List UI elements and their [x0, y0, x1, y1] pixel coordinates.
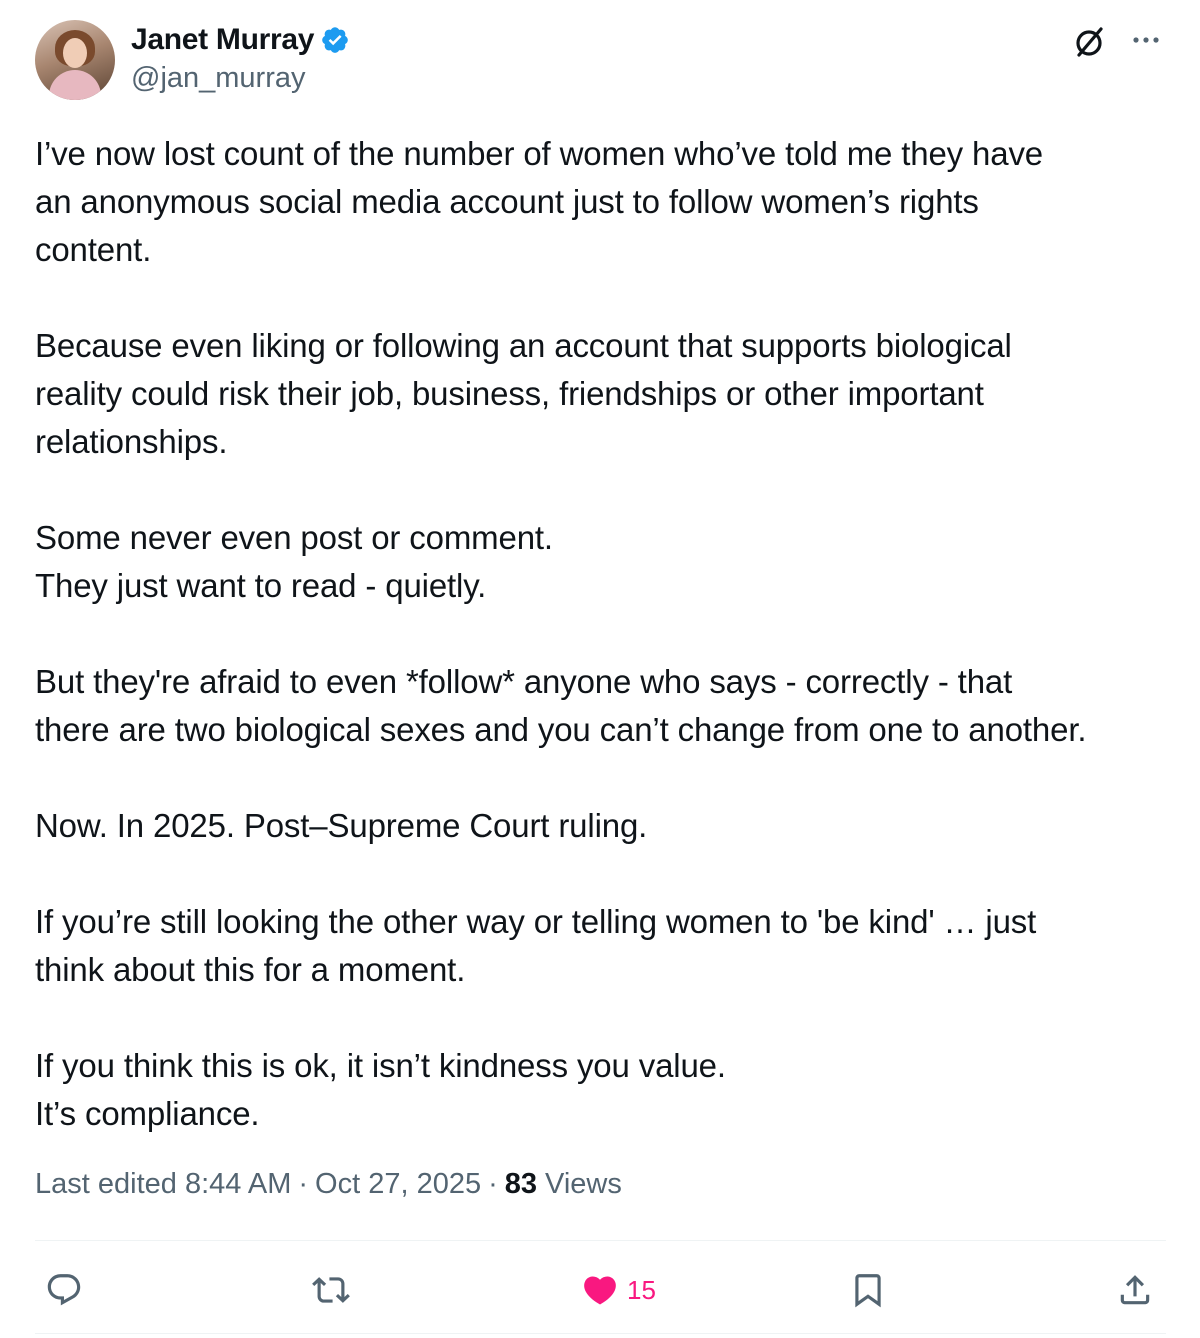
share-button[interactable] [1116, 1266, 1154, 1314]
tweet-meta: Last edited 8:44 AM · Oct 27, 2025 · 83 … [35, 1168, 622, 1201]
paragraph: I’ve now lost count of the number of wom… [35, 130, 1175, 274]
bookmark-button[interactable] [849, 1266, 887, 1314]
paragraph: Some never even post or comment. They ju… [35, 514, 1175, 610]
reply-button[interactable] [45, 1266, 83, 1314]
author-handle[interactable]: @jan_murray [131, 62, 306, 95]
like-button[interactable]: 15 [581, 1266, 656, 1314]
heart-icon [584, 1276, 616, 1305]
text-line: Some never even post or comment. [35, 519, 553, 556]
text-line: reality could risk their job, business, … [35, 375, 984, 412]
tweet-date[interactable]: Oct 27, 2025 [315, 1168, 481, 1201]
paragraph: If you think this is ok, it isn’t kindne… [35, 1042, 1175, 1138]
avatar-face [63, 38, 87, 68]
text-line: Now. In 2025. Post–Supreme Court ruling. [35, 807, 648, 844]
text-line: It’s compliance. [35, 1095, 260, 1132]
avatar-shirt [49, 70, 101, 100]
paragraph: If you’re still looking the other way or… [35, 898, 1175, 994]
retweet-button[interactable] [312, 1266, 350, 1314]
text-line: an anonymous social media account just t… [35, 183, 979, 220]
text-line: Because even liking or following an acco… [35, 327, 1012, 364]
author-display-name[interactable]: Janet Murray [131, 23, 314, 57]
like-count: 15 [627, 1274, 656, 1305]
separator: · [298, 1168, 309, 1200]
retweet-icon [312, 1277, 350, 1303]
share-icon [1120, 1275, 1150, 1305]
text-line: I’ve now lost count of the number of wom… [35, 135, 1044, 172]
paragraph: But they're afraid to even *follow* anyo… [35, 658, 1175, 754]
grok-icon[interactable] [1070, 22, 1110, 62]
text-line: They just want to read - quietly. [35, 567, 487, 604]
divider [35, 1240, 1166, 1241]
views-count: 83 [504, 1168, 538, 1200]
divider [35, 1333, 1166, 1334]
text-line: If you’re still looking the other way or… [35, 903, 1037, 940]
more-options-icon[interactable] [1126, 20, 1166, 60]
tweet-text: I’ve now lost count of the number of wom… [35, 130, 1175, 1138]
reply-icon [47, 1274, 81, 1306]
text-line: But they're afraid to even *follow* anyo… [35, 663, 1013, 700]
text-line: If you think this is ok, it isn’t kindne… [35, 1047, 726, 1084]
author-name-row: Janet Murray [131, 22, 350, 58]
tweet-time[interactable]: 8:44 AM [185, 1168, 291, 1201]
tweet: Janet Murray @jan_murray I’ve now lost c… [0, 0, 1200, 1338]
text-line: content. [35, 231, 152, 268]
bookmark-icon [855, 1274, 881, 1308]
avatar[interactable] [35, 20, 115, 100]
separator: · [488, 1168, 498, 1200]
text-line: think about this for a moment. [35, 951, 466, 988]
paragraph: Because even liking or following an acco… [35, 322, 1175, 466]
edited-label[interactable]: Last edited [35, 1168, 177, 1201]
text-line: relationships. [35, 423, 228, 460]
views-label: Views [545, 1168, 622, 1200]
text-line: there are two biological sexes and you c… [35, 711, 1087, 748]
paragraph: Now. In 2025. Post–Supreme Court ruling. [35, 802, 1175, 850]
verified-badge-icon[interactable] [320, 25, 350, 55]
